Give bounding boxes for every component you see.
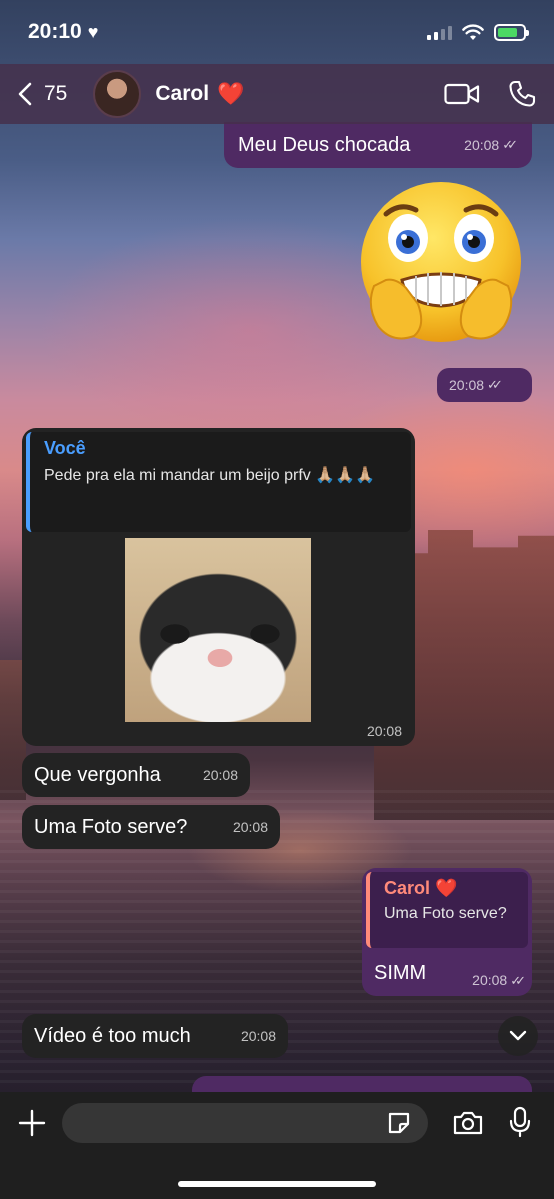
status-bar: 20:10 ♥ — [0, 0, 554, 64]
read-checkmarks-icon: ✓✓ — [502, 137, 518, 153]
message-text: Uma Foto serve? — [34, 816, 188, 838]
message-time: 20:08 — [472, 972, 508, 988]
chevron-down-icon — [509, 1030, 527, 1041]
reply-quote[interactable]: Carol ❤️ Uma Foto serve? — [366, 872, 528, 948]
video-call-icon[interactable] — [444, 82, 480, 106]
cat-photo[interactable] — [125, 538, 311, 722]
message-time: 20:08 — [232, 818, 268, 835]
chevron-left-icon — [18, 82, 32, 106]
unread-count: 75 — [44, 82, 68, 105]
status-icons — [427, 23, 529, 41]
read-checkmarks-icon: ✓✓ — [487, 377, 503, 393]
reply-author: Carol ❤️ — [384, 878, 458, 898]
message-time: 20:08 — [202, 766, 238, 783]
contact-name-text: Carol — [155, 82, 210, 105]
contact-name[interactable]: Carol ❤️ — [155, 81, 244, 107]
input-row — [0, 1102, 554, 1144]
wifi-icon — [462, 23, 484, 40]
phone-call-icon[interactable] — [508, 80, 536, 108]
chat-header: 75 Carol ❤️ — [0, 64, 554, 124]
message-text: SIMM — [374, 962, 427, 984]
message-bubble-outgoing-reply[interactable]: Carol ❤️ Uma Foto serve? SIMM 20:08 ✓✓ — [362, 868, 532, 996]
scroll-to-bottom-button[interactable] — [498, 1016, 538, 1056]
status-time: 20:10 ♥ — [28, 20, 98, 44]
reply-text: Uma Foto serve? — [384, 904, 507, 922]
message-bubble-incoming[interactable]: Que vergonha 20:08 — [22, 753, 250, 797]
message-time: 20:08 — [449, 376, 485, 393]
message-meta: 20:08 ✓✓ — [464, 137, 518, 154]
message-time: 20:08 — [366, 723, 402, 740]
sticker-icon[interactable] — [386, 1110, 412, 1136]
message-bubble-outgoing[interactable]: Meu Deus chocada 20:08 ✓✓ — [224, 122, 532, 168]
worried-emoji-sticker[interactable] — [356, 176, 526, 366]
reply-quote[interactable]: Você Pede pra ela mi mandar um beijo prf… — [26, 432, 411, 532]
reply-text: Pede pra ela mi mandar um beijo prfv 🙏🏼🙏… — [44, 466, 376, 484]
message-meta: 20:08 ✓✓ — [472, 972, 526, 989]
message-meta: 20:08 ✓✓ — [449, 377, 503, 394]
message-text: Meu Deus chocada — [238, 134, 411, 156]
message-text: Que vergonha — [34, 764, 161, 786]
home-indicator — [178, 1181, 376, 1187]
message-input[interactable] — [62, 1103, 428, 1143]
attach-button[interactable] — [16, 1107, 48, 1139]
message-time: 20:08 — [464, 136, 500, 153]
header-actions — [444, 80, 536, 108]
message-bubble-incoming[interactable]: Vídeo é too much 20:08 — [22, 1014, 288, 1058]
battery-icon — [494, 23, 529, 41]
contact-avatar[interactable] — [93, 70, 142, 118]
message-time: 20:08 — [240, 1027, 276, 1044]
message-bubble-incoming-photo[interactable]: Você Pede pra ela mi mandar um beijo prf… — [22, 428, 415, 746]
camera-icon[interactable] — [452, 1110, 484, 1136]
message-bubble-incoming[interactable]: Uma Foto serve? 20:08 — [22, 805, 280, 849]
signal-icon — [427, 24, 452, 40]
contact-heart-emoji: ❤️ — [217, 81, 245, 106]
microphone-icon[interactable] — [508, 1106, 532, 1138]
message-text: Vídeo é too much — [34, 1025, 191, 1047]
read-checkmarks-icon: ✓✓ — [510, 972, 526, 988]
clock-text: 20:10 — [28, 20, 82, 43]
focus-heart-icon: ♥ — [87, 21, 99, 42]
sticker-time-badge: 20:08 ✓✓ — [437, 368, 532, 402]
plus-icon — [18, 1109, 46, 1137]
back-button[interactable]: 75 — [18, 82, 67, 106]
reply-author: Você — [44, 438, 86, 458]
